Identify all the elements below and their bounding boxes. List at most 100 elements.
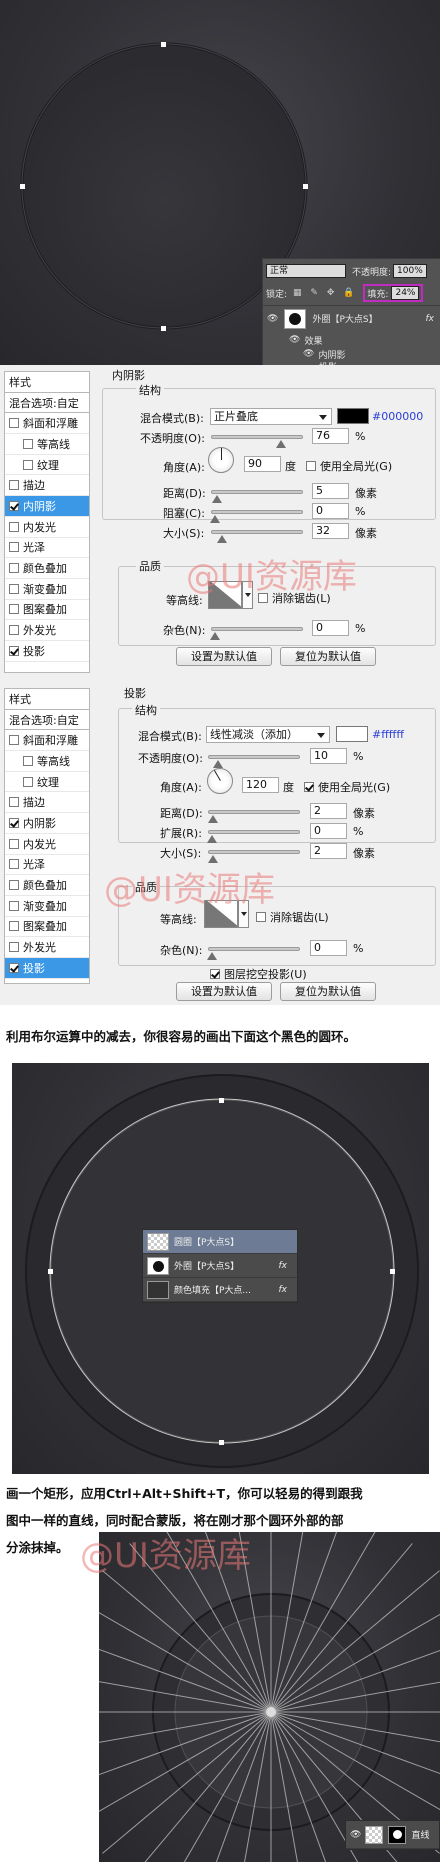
style-item[interactable]: 等高线 bbox=[5, 434, 89, 455]
style-item[interactable]: 渐变叠加 bbox=[5, 579, 89, 600]
style-item[interactable]: 光泽 bbox=[5, 855, 89, 876]
layer-row-outer[interactable]: 外圈【P大点S】 fx bbox=[143, 1254, 297, 1278]
angle-input[interactable]: 120 bbox=[242, 777, 279, 793]
layer-row-fill[interactable]: 颜色填充【P大点... fx bbox=[143, 1278, 297, 1302]
size-slider[interactable] bbox=[211, 530, 303, 543]
distance-slider[interactable] bbox=[208, 810, 300, 823]
distance-slider-knob[interactable] bbox=[212, 495, 222, 503]
shadow-color-swatch[interactable] bbox=[337, 408, 369, 424]
global-light-checkbox[interactable] bbox=[306, 461, 316, 471]
style-item[interactable]: 内发光 bbox=[5, 517, 89, 538]
style-item[interactable]: 外发光 bbox=[5, 620, 89, 641]
style-item-checkbox[interactable] bbox=[9, 880, 19, 891]
style-item-checkbox[interactable] bbox=[9, 645, 19, 656]
fill-input[interactable]: 24% bbox=[391, 286, 420, 300]
style-item[interactable]: 渐变叠加 bbox=[5, 896, 89, 917]
style-item[interactable]: 图案叠加 bbox=[5, 917, 89, 938]
opacity-slider[interactable] bbox=[211, 435, 303, 448]
noise-slider[interactable] bbox=[207, 947, 300, 960]
visibility-eye-icon[interactable]: 👁 bbox=[350, 1830, 361, 1840]
style-item-checkbox[interactable] bbox=[9, 838, 19, 849]
spread-input[interactable]: 0 bbox=[310, 823, 347, 839]
reset-default-button[interactable]: 复位为默认值 bbox=[280, 982, 376, 1001]
style-item-checkbox[interactable] bbox=[9, 418, 19, 429]
style-item-checkbox[interactable] bbox=[23, 438, 33, 449]
fx-icon[interactable]: fx bbox=[279, 1285, 288, 1295]
style-item[interactable]: 斜面和浮雕 bbox=[5, 413, 89, 435]
style-item-checkbox[interactable] bbox=[9, 962, 19, 973]
visibility-eye-icon[interactable]: 👁 bbox=[267, 314, 278, 324]
distance-slider[interactable] bbox=[211, 490, 303, 503]
antialias-option[interactable]: 消除锯齿(L) bbox=[256, 909, 329, 925]
style-item-checkbox[interactable] bbox=[23, 776, 33, 787]
style-item[interactable]: 颜色叠加 bbox=[5, 875, 89, 896]
noise-input[interactable]: 0 bbox=[310, 940, 347, 956]
style-item[interactable]: 描边 bbox=[5, 792, 89, 814]
knockout-checkbox[interactable] bbox=[210, 969, 220, 979]
size-slider-knob[interactable] bbox=[217, 535, 227, 543]
set-default-button[interactable]: 设置为默认值 bbox=[176, 982, 272, 1001]
blend-mode-select[interactable]: 正常 bbox=[266, 264, 346, 278]
global-light-checkbox[interactable] bbox=[304, 782, 314, 792]
noise-input[interactable]: 0 bbox=[312, 620, 349, 636]
style-item[interactable]: 颜色叠加 bbox=[5, 558, 89, 579]
style-item[interactable]: 投影 bbox=[5, 641, 89, 662]
layer-row-line[interactable]: 👁 直线 bbox=[346, 1821, 439, 1849]
effects-eye-icon[interactable]: 👁 bbox=[289, 335, 300, 345]
noise-slider-knob[interactable] bbox=[210, 632, 220, 640]
style-item[interactable]: 内阴影 bbox=[5, 813, 89, 834]
style-item-checkbox[interactable] bbox=[23, 755, 33, 766]
style-item-checkbox[interactable] bbox=[9, 604, 19, 615]
style-item[interactable]: 投影 bbox=[5, 957, 89, 979]
style-item-checkbox[interactable] bbox=[9, 859, 19, 870]
style-item[interactable]: 光泽 bbox=[5, 538, 89, 559]
style-item[interactable]: 描边 bbox=[5, 475, 89, 497]
angle-input[interactable]: 90 bbox=[244, 456, 281, 472]
noise-slider[interactable] bbox=[210, 627, 303, 640]
choke-slider[interactable] bbox=[210, 510, 303, 523]
fx-icon[interactable]: fx bbox=[279, 1261, 288, 1271]
choke-slider-knob[interactable] bbox=[210, 515, 220, 523]
opacity-slider-knob[interactable] bbox=[276, 440, 286, 448]
global-light-option[interactable]: 使用全局光(G) bbox=[304, 779, 390, 795]
blend-options[interactable]: 混合选项:自定 bbox=[5, 709, 89, 731]
layer-row-circle[interactable]: 圆圈【P大点S】 bbox=[143, 1230, 297, 1254]
style-item-checkbox[interactable] bbox=[9, 542, 19, 553]
style-item[interactable]: 内阴影 bbox=[5, 496, 89, 517]
style-item-checkbox[interactable] bbox=[9, 797, 19, 808]
effect1-eye-icon[interactable]: 👁 bbox=[303, 349, 314, 359]
style-item[interactable]: 等高线 bbox=[5, 751, 89, 772]
style-item-checkbox[interactable] bbox=[9, 900, 19, 911]
style-item[interactable]: 纹理 bbox=[5, 455, 89, 476]
distance-input[interactable]: 5 bbox=[312, 483, 349, 499]
style-item-checkbox[interactable] bbox=[9, 817, 19, 828]
angle-dial[interactable] bbox=[208, 447, 234, 473]
choke-input[interactable]: 0 bbox=[312, 503, 349, 519]
style-item-checkbox[interactable] bbox=[9, 480, 19, 491]
style-item-checkbox[interactable] bbox=[9, 921, 19, 932]
opacity-input[interactable]: 10 bbox=[310, 748, 347, 764]
angle-dial[interactable] bbox=[207, 768, 233, 794]
opacity-input[interactable]: 76 bbox=[312, 428, 349, 444]
blend-mode-dropdown[interactable]: 线性减淡（添加） bbox=[206, 726, 330, 743]
style-item-checkbox[interactable] bbox=[9, 735, 19, 746]
style-item-checkbox[interactable] bbox=[9, 563, 19, 574]
size-slider[interactable] bbox=[208, 850, 300, 863]
fx-icon[interactable]: fx bbox=[426, 314, 435, 324]
spread-slider[interactable] bbox=[207, 830, 300, 843]
lock-icons[interactable]: ▦ ✎ ✥ 🔒 bbox=[293, 288, 357, 298]
noise-slider-knob[interactable] bbox=[207, 952, 217, 960]
style-item-checkbox[interactable] bbox=[9, 583, 19, 594]
distance-slider-knob[interactable] bbox=[208, 815, 218, 823]
reset-default-button[interactable]: 复位为默认值 bbox=[280, 647, 376, 666]
style-item-checkbox[interactable] bbox=[9, 942, 19, 953]
style-item[interactable]: 斜面和浮雕 bbox=[5, 730, 89, 752]
style-item-checkbox[interactable] bbox=[9, 625, 19, 636]
spread-slider-knob[interactable] bbox=[207, 835, 217, 843]
style-item-checkbox[interactable] bbox=[9, 500, 19, 511]
style-item[interactable]: 内发光 bbox=[5, 834, 89, 855]
style-item-checkbox[interactable] bbox=[23, 459, 33, 470]
layer-name[interactable]: 外圈【P大点S】 bbox=[312, 312, 377, 325]
opacity-slider-knob[interactable] bbox=[213, 760, 223, 768]
opacity-slider[interactable] bbox=[208, 755, 300, 768]
